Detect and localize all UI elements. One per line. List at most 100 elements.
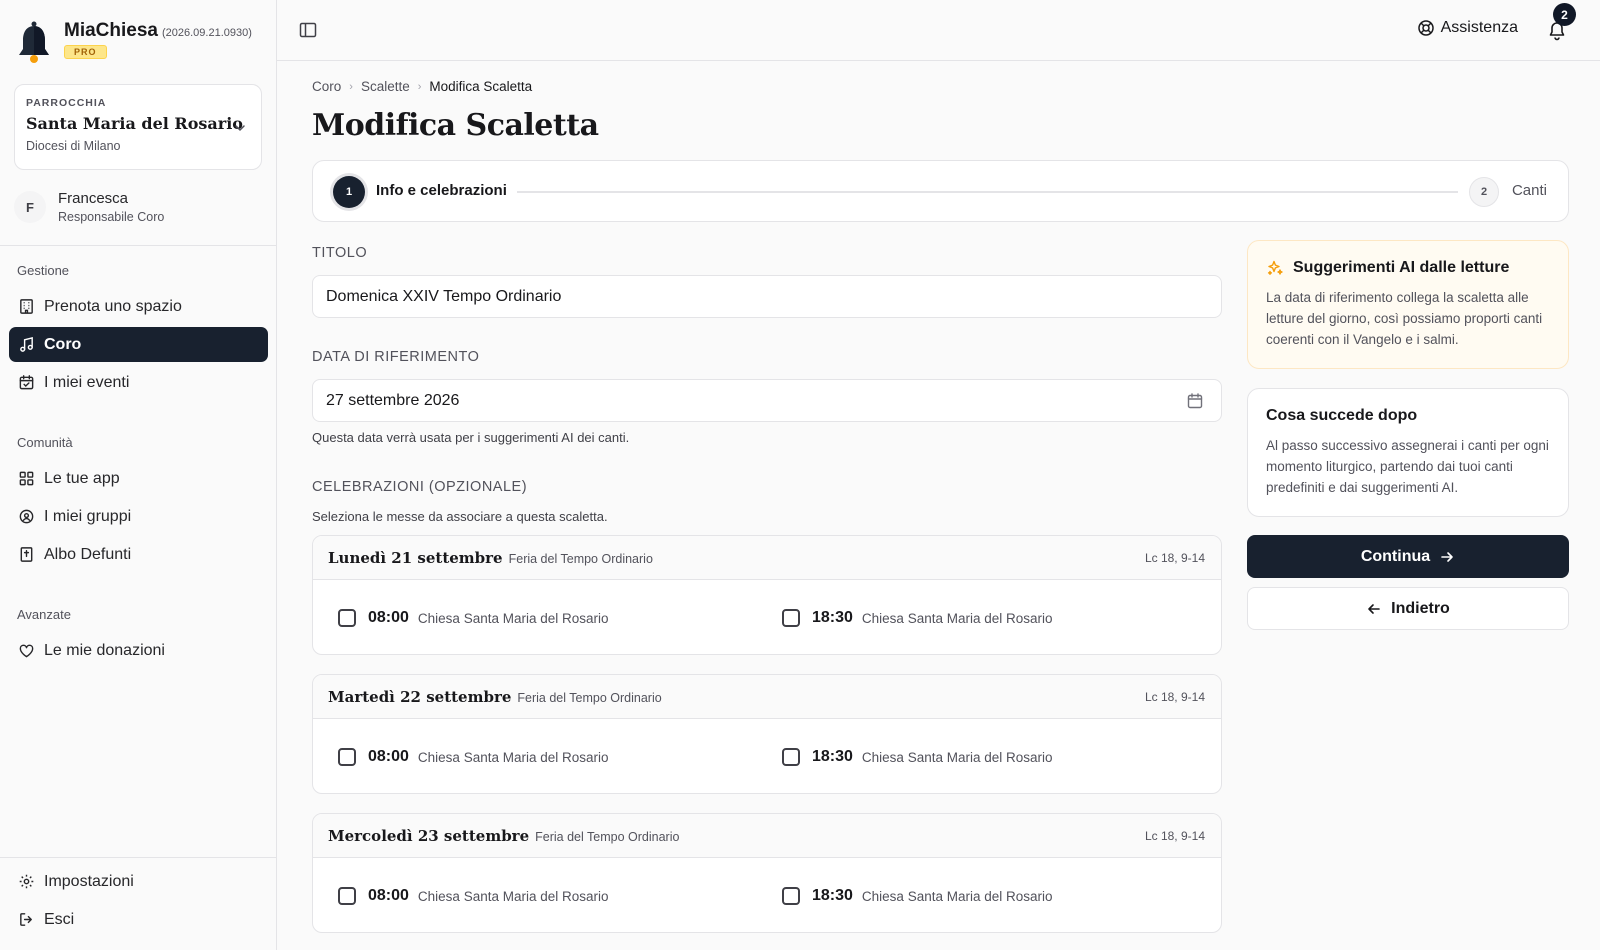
title-field-label: TITOLO [312,245,368,261]
mass-checkbox[interactable] [782,748,800,766]
chevron-down-icon [235,125,245,131]
arrow-right-icon [1441,551,1453,562]
title-input[interactable]: Domenica XXIV Tempo Ordinario [312,275,1222,318]
mass-time: 08:00 [368,887,409,904]
sidebar-item-tue-app[interactable]: Le tue app [9,461,268,496]
mass-checkbox[interactable] [782,609,800,627]
mass-place: Chiesa Santa Maria del Rosario [417,749,609,765]
mass-checkbox-row[interactable]: 08:00 Chiesa Santa Maria del Rosario [338,748,609,766]
sidebar-item-miei-gruppi[interactable]: I miei gruppi [9,499,268,534]
user-name: Francesca [58,190,129,207]
gear-icon [19,874,34,889]
mass-place: Chiesa Santa Maria del Rosario [417,610,609,626]
day-name: Martedì 22 settembre [328,688,512,706]
continue-label: Continua [1360,547,1431,565]
celebration-day-card: Lunedì 21 settembre Feria del Tempo Ordin… [312,535,1222,655]
section-label-comunita: Comunità [17,435,73,450]
user-profile[interactable]: F Francesca Responsabile Coro [14,190,164,224]
calendar-icon[interactable] [1186,392,1204,410]
gospel-reference: Lc 18, 9-14 [1144,551,1205,565]
breadcrumb: Coro › Scalette › Modifica Scaletta [312,79,532,94]
sidebar-item-albo-defunti[interactable]: Albo Defunti [9,537,268,572]
mass-checkbox-row[interactable]: 18:30 Chiesa Santa Maria del Rosario [782,887,1053,905]
mass-time: 18:30 [812,748,853,765]
mass-checkbox[interactable] [338,887,356,905]
day-header: Mercoledì 23 settembre Feria del Tempo Or… [313,814,1221,858]
liturgy-label: Feria del Tempo Ordinario [508,552,653,566]
breadcrumb-item-scalette[interactable]: Scalette [361,79,410,94]
sidebar-item-label: Le tue app [44,469,120,487]
day-title: Lunedì 21 settembre Feria del Tempo Ordin… [328,549,653,567]
calendar-check-icon [19,375,34,390]
title-input-value: Domenica XXIV Tempo Ordinario [326,287,562,305]
gospel-reference: Lc 18, 9-14 [1144,829,1205,843]
mass-place: Chiesa Santa Maria del Rosario [861,610,1053,626]
pro-badge: PRO [64,45,107,59]
user-role: Responsabile Coro [58,210,165,224]
music-note-icon [20,336,33,352]
section-label-gestione: Gestione [17,263,70,278]
logout-icon [20,913,32,926]
lifebuoy-icon [1417,20,1434,36]
back-button[interactable]: Indietro [1247,587,1569,630]
help-label: Assistenza [1440,19,1518,36]
mass-checkbox[interactable] [338,609,356,627]
mass-time: 08:00 [368,609,409,626]
parish-label: PARROCCHIA [26,97,107,109]
step-2-label: Canti [1511,182,1547,199]
mass-checkbox-row[interactable]: 18:30 Chiesa Santa Maria del Rosario [782,748,1053,766]
page-title: Modifica Scaletta [312,108,599,143]
sidebar-item-label: Le mie donazioni [44,641,165,659]
breadcrumb-item-coro[interactable]: Coro [312,79,341,94]
sidebar-item-label: I miei gruppi [44,507,132,525]
sidebar-item-label: I miei eventi [44,373,130,391]
arrow-left-icon [1368,603,1380,614]
brand[interactable]: MiaChiesa (2026.09.21.0930) PRO [16,20,252,64]
sidebar-item-esci[interactable]: Esci [9,902,268,937]
sidebar-item-prenota-spazio[interactable]: Prenota uno spazio [9,289,268,324]
sidebar-item-miei-eventi[interactable]: I miei eventi [9,365,268,400]
day-header: Martedì 22 settembre Feria del Tempo Ordi… [313,675,1221,719]
sidebar-item-label: Esci [44,910,75,928]
date-input-value: 27 settembre 2026 [326,391,460,409]
parish-selector[interactable]: PARROCCHIA Santa Maria del Rosario Dioce… [14,84,262,170]
back-label: Indietro [1391,599,1450,617]
day-title: Martedì 22 settembre Feria del Tempo Ordi… [328,688,662,706]
help-button[interactable]: Assistenza [1417,19,1518,37]
parish-diocese: Diocesi di Milano [26,139,121,153]
next-card-title: Cosa succede dopo [1266,407,1418,424]
topbar: Assistenza 2 [277,0,1600,61]
next-card-text: Al passo successivo assegnerai i canti p… [1266,438,1549,495]
notification-count-badge: 2 [1553,3,1576,26]
mass-checkbox-row[interactable]: 18:30 Chiesa Santa Maria del Rosario [782,609,1053,627]
sidebar-toggle-icon[interactable] [298,20,318,40]
date-input[interactable]: 27 settembre 2026 [312,379,1222,422]
chevron-right-icon: › [349,80,353,93]
celebration-day-card: Mercoledì 23 settembre Feria del Tempo Or… [312,813,1222,933]
continue-button[interactable]: Continua [1247,535,1569,578]
mass-checkbox[interactable] [782,887,800,905]
sparkles-icon [1267,260,1283,275]
stepper: 1 Info e celebrazioni 2 Canti [312,160,1569,222]
celebration-day-card: Martedì 22 settembre Feria del Tempo Ordi… [312,674,1222,794]
sidebar-item-label: Prenota uno spazio [44,297,182,315]
app-version: (2026.09.21.0930) [161,27,252,39]
mass-checkbox[interactable] [338,748,356,766]
sidebar-item-label: Albo Defunti [44,545,132,563]
step-1-label: Info e celebrazioni [376,182,507,199]
ai-suggestions-card: Suggerimenti AI dalle letture La data di… [1247,240,1569,369]
breadcrumb-item-current: Modifica Scaletta [429,79,533,94]
avatar: F [14,191,46,223]
mass-checkbox-row[interactable]: 08:00 Chiesa Santa Maria del Rosario [338,887,609,905]
day-title: Mercoledì 23 settembre Feria del Tempo Or… [328,827,679,845]
mass-time: 08:00 [368,748,409,765]
sidebar-item-coro[interactable]: Coro [9,327,268,362]
sidebar-item-donazioni[interactable]: Le mie donazioni [9,633,268,668]
ai-card-title-text: Suggerimenti AI dalle letture [1293,259,1510,276]
step-2-number[interactable]: 2 [1469,177,1499,207]
sidebar-item-impostazioni[interactable]: Impostazioni [9,864,268,899]
mass-checkbox-row[interactable]: 08:00 Chiesa Santa Maria del Rosario [338,609,609,627]
bell-logo-icon [19,21,49,63]
step-1-number[interactable]: 1 [333,176,365,208]
mass-time: 18:30 [812,887,853,904]
